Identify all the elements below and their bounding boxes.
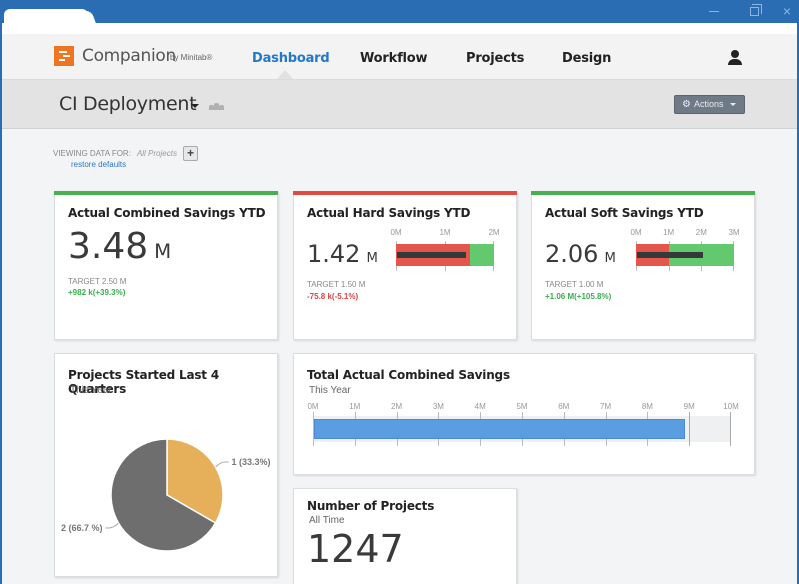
projects-count: 1247: [307, 527, 404, 571]
value-number: 2.06: [545, 240, 599, 268]
value-number: 1.42: [307, 240, 361, 268]
actual-measure-bar: [637, 252, 704, 258]
combined-value: 3.48 M: [68, 226, 171, 267]
tick-label: 10M: [723, 402, 739, 411]
brand-by-minitab: by Minitab®: [170, 53, 213, 62]
pie-label-leader: [105, 522, 119, 529]
card-subtitle: This Year: [309, 385, 351, 396]
close-button[interactable]: ×: [775, 3, 799, 19]
card-total-combined-savings[interactable]: Total Actual Combined Savings This Year …: [293, 353, 755, 475]
dashboard-header: CI Deployment ⚙ Actions: [2, 80, 797, 129]
card-projects-started[interactable]: Projects Started Last 4 Quarters This Ye…: [54, 353, 278, 577]
value-unit: M: [366, 251, 378, 266]
card-title: Total Actual Combined Savings: [307, 368, 510, 382]
card-title: Actual Combined Savings YTD: [68, 206, 266, 220]
delta-text: +1.06 M(+105.8%): [545, 292, 612, 301]
tick-label: 3M: [728, 228, 740, 237]
nav-dashboard[interactable]: Dashboard: [252, 51, 330, 66]
card-combined-savings[interactable]: Actual Combined Savings YTD 3.48 M TARGET…: [54, 191, 278, 340]
chevron-down-icon[interactable]: [191, 104, 199, 108]
nav-design[interactable]: Design: [562, 51, 611, 66]
soft-value: 2.06 M: [545, 240, 616, 268]
good-range-band: [469, 244, 494, 266]
viewing-value: All Projects: [136, 149, 177, 158]
restore-defaults-link[interactable]: restore defaults: [71, 160, 126, 169]
tick-label: 7M: [600, 402, 612, 411]
tick-label: 2M: [391, 402, 403, 411]
soft-savings-bullet-chart: 0M 1M 2M 3M: [630, 228, 740, 278]
target-text: TARGET 1.50 M: [307, 280, 366, 289]
dashboard-title[interactable]: CI Deployment: [59, 93, 197, 115]
viewing-label: VIEWING DATA FOR:: [53, 149, 131, 158]
value-unit: M: [604, 251, 616, 266]
tick-label: 0M: [307, 402, 319, 411]
top-strip: [2, 23, 797, 34]
actual-measure-bar: [397, 252, 466, 258]
card-title: Number of Projects: [307, 499, 435, 513]
actions-button[interactable]: ⚙ Actions: [674, 95, 745, 114]
companion-logo-icon[interactable]: [54, 46, 74, 66]
target-text: TARGET 1.00 M: [545, 280, 604, 289]
tick-label: 0M: [390, 228, 402, 237]
minimize-button[interactable]: [702, 3, 726, 19]
actions-label: Actions: [694, 99, 724, 109]
projects-pie-chart: 1 (33.3%) 2 (66.7 %): [61, 438, 271, 552]
tick-mark: [689, 412, 691, 446]
tick-label: 2M: [488, 228, 500, 237]
total-savings-bar-chart: 0M 1M 2M 3M 4M 5M 6M 7M 8M 9M 10M: [307, 402, 739, 452]
maximize-button[interactable]: [742, 3, 766, 19]
card-soft-savings[interactable]: Actual Soft Savings YTD 2.06 M TARGET 1.0…: [531, 191, 755, 340]
total-value-bar: [314, 419, 686, 439]
tick-label: 2M: [695, 228, 707, 237]
pie-slice-label: 2 (66.7 %): [61, 523, 103, 533]
caret-down-icon: [730, 103, 736, 106]
window-titlebar: ×: [0, 0, 799, 25]
nav-workflow[interactable]: Workflow: [360, 51, 428, 66]
pie-label-leader: [215, 461, 229, 468]
tick-label: 3M: [432, 402, 444, 411]
tick-label: 9M: [683, 402, 695, 411]
top-navbar: Companion by Minitab® Dashboard Workflow…: [2, 34, 797, 80]
tick-label: 6M: [558, 402, 570, 411]
card-title: Actual Soft Savings YTD: [545, 206, 704, 220]
add-filter-button[interactable]: +: [183, 146, 198, 161]
card-title: Actual Hard Savings YTD: [307, 206, 471, 220]
viewing-data-filter: VIEWING DATA FOR: All Projects: [53, 149, 177, 158]
delta-text: -75.8 k(-5.1%): [307, 292, 359, 301]
hard-value: 1.42 M: [307, 240, 378, 268]
user-icon[interactable]: [727, 50, 743, 66]
card-number-of-projects[interactable]: Number of Projects All Time 1247: [293, 488, 517, 584]
card-subtitle: All Time: [309, 515, 345, 526]
tick-label: 4M: [474, 402, 486, 411]
tick-label: 1M: [663, 228, 675, 237]
active-nav-indicator: [277, 70, 293, 79]
team-icon[interactable]: [209, 100, 225, 110]
minimize-icon: [709, 11, 719, 13]
value-number: 3.48: [68, 226, 149, 267]
tick-label: 5M: [516, 402, 528, 411]
gear-icon: ⚙: [682, 99, 691, 110]
value-unit: M: [154, 240, 172, 263]
status-bar-good: [54, 191, 278, 195]
maximize-icon: [749, 4, 762, 17]
brand-name: Companion: [82, 46, 177, 66]
target-text: TARGET 2.50 M: [68, 277, 127, 286]
app-window: Companion by Minitab® Dashboard Workflow…: [2, 23, 797, 584]
hard-savings-bullet-chart: 0M 1M 2M: [390, 228, 500, 278]
tick-label: 0M: [630, 228, 642, 237]
tick-label: 1M: [439, 228, 451, 237]
tick-mark: [730, 412, 731, 446]
status-bar-good: [531, 191, 755, 195]
nav-projects[interactable]: Projects: [466, 51, 524, 66]
delta-text: +982 k(+39.3%): [68, 288, 126, 297]
tick-label: 8M: [641, 402, 653, 411]
pie-slice-label: 1 (33.3%): [231, 457, 270, 467]
card-hard-savings[interactable]: Actual Hard Savings YTD 1.42 M TARGET 1.5…: [293, 191, 517, 340]
status-bar-bad: [293, 191, 517, 195]
tick-label: 1M: [349, 402, 361, 411]
